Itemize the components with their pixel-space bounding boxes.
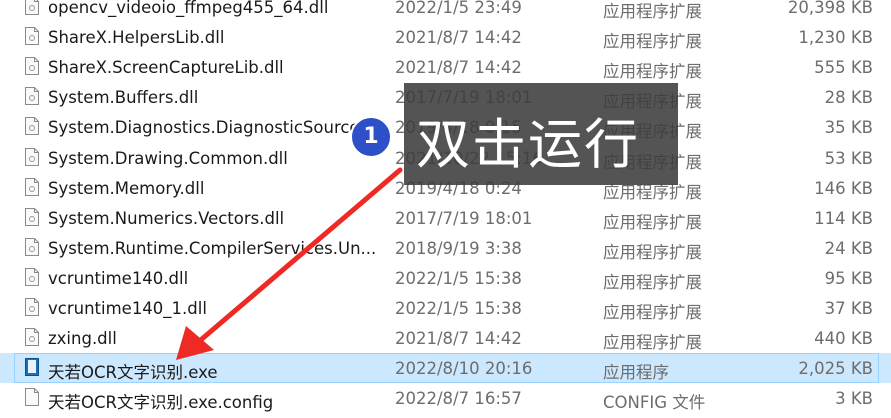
file-row[interactable]: 天若OCR文字识别.exe.config 2022/8/7 16:57 CONFIG… bbox=[0, 383, 891, 413]
dll-icon bbox=[25, 147, 39, 166]
file-type: 应用程序扩展 bbox=[603, 2, 702, 21]
file-type: 应用程序扩展 bbox=[603, 333, 702, 353]
file-size: 440 KB bbox=[814, 329, 873, 349]
file-date: 2022/8/7 16:57 bbox=[395, 389, 522, 409]
file-date: 2022/1/5 15:38 bbox=[395, 268, 522, 288]
file-size: 20,398 KB bbox=[787, 0, 873, 17]
file-row[interactable]: 天若OCR文字识别.exe 2022/8/10 20:16 应用程序 2,025 KB bbox=[0, 353, 891, 384]
file-row[interactable]: System.Runtime.CompilerServices.Un... 201… bbox=[0, 233, 891, 263]
dll-icon bbox=[25, 298, 39, 316]
file-type: 应用程序扩展 bbox=[603, 32, 702, 52]
file-date: 2018/9/19 3:38 bbox=[395, 238, 522, 258]
file-row[interactable]: opencv_videoio_ffmpeg455_64.dll 2022/1/5 … bbox=[0, 0, 891, 22]
dll-icon bbox=[25, 0, 39, 15]
dll-icon bbox=[25, 57, 39, 76]
file-type: 应用程序扩展 bbox=[603, 303, 702, 322]
file-name: System.Numerics.Vectors.dll bbox=[48, 208, 285, 228]
file-size: 2,025 KB bbox=[798, 359, 873, 379]
file-name: opencv_videoio_ffmpeg455_64.dll bbox=[48, 0, 329, 17]
dll-icon bbox=[25, 267, 39, 286]
file-size: 28 KB bbox=[824, 88, 873, 108]
file-row[interactable]: zxing.dll 2021/8/7 14:42 应用程序扩展 440 KB bbox=[0, 323, 891, 353]
file-name: zxing.dll bbox=[48, 329, 117, 349]
file-name: System.Drawing.Common.dll bbox=[48, 148, 288, 168]
file-type: 应用程序扩展 bbox=[603, 242, 702, 262]
file-name: System.Diagnostics.DiagnosticSource.dll bbox=[48, 118, 385, 138]
file-name: ShareX.ScreenCaptureLib.dll bbox=[48, 58, 284, 78]
dll-icon bbox=[25, 27, 39, 46]
config-file-icon bbox=[25, 388, 39, 407]
file-row[interactable]: System.Numerics.Vectors.dll 2017/7/19 18:… bbox=[0, 203, 891, 233]
file-type: 应用程序扩展 bbox=[603, 212, 702, 232]
file-row[interactable]: vcruntime140_1.dll 2022/1/5 15:38 应用程序扩展 37… bbox=[0, 293, 891, 323]
file-size: 114 KB bbox=[814, 208, 873, 228]
file-size: 95 KB bbox=[824, 268, 873, 288]
file-type: 应用程序扩展 bbox=[603, 272, 702, 292]
file-type: CONFIG 文件 bbox=[603, 393, 706, 413]
file-date: 2017/7/19 18:01 bbox=[395, 208, 533, 228]
file-date: 2022/1/5 23:49 bbox=[395, 0, 522, 17]
annotation-text: 双击运行 bbox=[416, 113, 640, 176]
step-badge: 1 bbox=[350, 116, 392, 158]
file-size: 24 KB bbox=[824, 238, 873, 258]
file-size: 555 KB bbox=[814, 58, 873, 78]
dll-icon bbox=[25, 207, 39, 226]
file-row[interactable]: ShareX.ScreenCaptureLib.dll 2021/8/7 14:4… bbox=[0, 52, 891, 82]
file-size: 53 KB bbox=[824, 148, 873, 168]
file-name: System.Memory.dll bbox=[48, 178, 205, 198]
file-name: 天若OCR文字识别.exe bbox=[48, 363, 218, 383]
file-size: 37 KB bbox=[824, 299, 873, 318]
file-name: 天若OCR文字识别.exe.config bbox=[48, 393, 274, 413]
dll-icon bbox=[25, 117, 39, 136]
file-date: 2022/1/5 15:38 bbox=[395, 299, 522, 318]
file-name: System.Runtime.CompilerServices.Un... bbox=[48, 238, 377, 258]
file-row[interactable]: vcruntime140.dll 2022/1/5 15:38 应用程序扩展 95 K… bbox=[0, 263, 891, 293]
file-date: 2021/8/7 14:42 bbox=[395, 28, 522, 48]
file-date: 2022/8/10 20:16 bbox=[395, 359, 533, 379]
file-date: 2021/8/7 14:42 bbox=[395, 329, 522, 349]
dll-icon bbox=[25, 237, 39, 256]
file-row[interactable]: ShareX.HelpersLib.dll 2021/8/7 14:42 应用程序扩… bbox=[0, 22, 891, 52]
file-size: 1,230 KB bbox=[798, 28, 873, 48]
file-name: ShareX.HelpersLib.dll bbox=[48, 28, 225, 48]
file-name: vcruntime140.dll bbox=[48, 268, 189, 288]
file-size: 35 KB bbox=[824, 118, 873, 138]
dll-icon bbox=[25, 177, 39, 196]
file-type: 应用程序扩展 bbox=[603, 62, 702, 82]
file-type: 应用程序 bbox=[603, 363, 669, 383]
exe-icon bbox=[25, 358, 39, 377]
file-size: 3 KB bbox=[835, 389, 873, 409]
file-name: System.Buffers.dll bbox=[48, 88, 199, 108]
file-name: vcruntime140_1.dll bbox=[48, 299, 207, 318]
file-size: 146 KB bbox=[814, 178, 873, 198]
dll-icon bbox=[25, 87, 39, 106]
file-date: 2021/8/7 14:42 bbox=[395, 58, 522, 78]
dll-icon bbox=[25, 328, 39, 347]
